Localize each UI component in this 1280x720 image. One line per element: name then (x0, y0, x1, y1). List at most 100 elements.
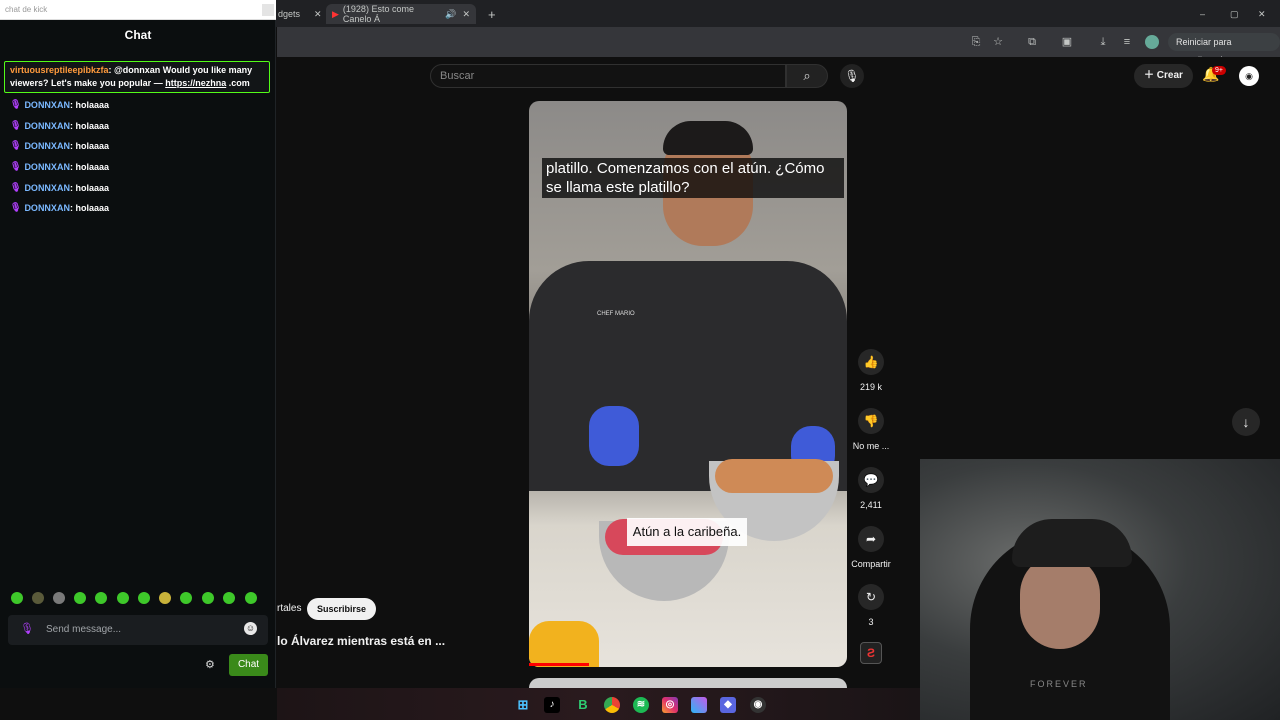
emote-icon[interactable] (180, 592, 192, 604)
close-tab-icon[interactable]: ✕ (314, 9, 322, 20)
chat-text: : holaaaa (69, 120, 109, 131)
close-tab-icon[interactable]: ✕ (462, 9, 470, 20)
maximize-icon[interactable]: ▢ (1230, 4, 1239, 24)
comments-button[interactable]: 💬 (858, 467, 884, 493)
emoji-icon[interactable]: ☺ (244, 622, 257, 635)
obs-icon[interactable]: ◉ (750, 697, 766, 713)
emote-icon[interactable] (138, 592, 150, 604)
next-short-button[interactable]: ↓ (1232, 408, 1260, 436)
notification-badge: 9+ (1212, 66, 1226, 75)
copilot-icon[interactable] (691, 697, 707, 713)
account-avatar[interactable]: ◉ (1239, 66, 1259, 86)
voice-search-button[interactable]: 🎙 (840, 64, 864, 88)
subscribe-button[interactable]: Suscribirse (307, 598, 377, 620)
chat-message: 🎙 DONNXAN: holaaaa (10, 161, 109, 172)
chrome-icon[interactable] (604, 697, 620, 713)
chat-username[interactable]: DONNXAN (24, 141, 70, 151)
emote-icon[interactable] (53, 592, 65, 604)
remix-icon: ↻ (865, 590, 877, 604)
search-placeholder: Buscar (440, 70, 475, 82)
create-button[interactable]: ＋ Crear (1134, 64, 1193, 88)
video-progress-bar[interactable] (529, 663, 589, 666)
tab-active[interactable]: ▶ (1928) Esto come Canelo Á 🔊 ✕ (326, 4, 476, 24)
spotify-icon[interactable]: ≋ (633, 697, 649, 713)
create-label: Crear (1156, 70, 1183, 81)
new-tab-icon[interactable]: + (488, 4, 496, 24)
bookmark-star-icon[interactable]: ☆ (991, 35, 1005, 49)
chat-username[interactable]: DONNXAN (24, 162, 70, 172)
mic-icon[interactable]: 🎙 (20, 622, 34, 635)
gear-icon[interactable]: ⚙ (205, 658, 215, 671)
emote-icon[interactable] (11, 592, 23, 604)
extensions-icon[interactable]: ⧉ (1025, 35, 1039, 49)
download-icon[interactable]: ⤓ (1096, 35, 1110, 49)
channel-name[interactable]: rtales (277, 603, 301, 614)
emote-icon[interactable] (32, 592, 44, 604)
install-app-icon[interactable]: ⎘ (969, 35, 983, 49)
youtube-icon: ▶ (332, 8, 339, 19)
chat-window-title: chat de kick (5, 5, 48, 14)
emote-icon[interactable] (74, 592, 86, 604)
channel-thumbnail[interactable]: Ƨ (860, 642, 882, 664)
close-window-icon[interactable]: ✕ (1258, 4, 1266, 24)
like-button[interactable]: 👍 (858, 349, 884, 375)
emote-icon[interactable] (95, 592, 107, 604)
search-button[interactable]: ⌕ (786, 64, 828, 88)
arrow-down-icon: ↓ (1242, 414, 1250, 430)
share-button[interactable]: ➦ (858, 526, 884, 552)
remix-button[interactable]: ↻ (858, 584, 884, 610)
pinned-username[interactable]: virtuousreptileepibkzfa (10, 65, 109, 75)
comment-icon: 💬 (863, 473, 879, 487)
tab-active-label: (1928) Esto come Canelo Á (342, 4, 414, 24)
pinned-suffix: .com (226, 78, 250, 88)
chat-message: 🎙 DONNXAN: holaaaa (10, 140, 109, 151)
mic-icon: 🎙 (844, 69, 860, 83)
tab-partial-label: dgets (278, 9, 301, 19)
emote-icon[interactable] (202, 592, 214, 604)
chat-username[interactable]: DONNXAN (24, 121, 70, 131)
emote-icon[interactable] (245, 592, 257, 604)
dislike-button[interactable]: 👎 (858, 408, 884, 434)
chat-message: 🎙 DONNXAN: holaaaa (10, 99, 109, 110)
streamer-cap (1012, 519, 1132, 567)
chat-text: : holaaaa (69, 182, 109, 193)
chat-message: 🎙 DONNXAN: holaaaa (10, 202, 109, 213)
chat-text: : holaaaa (69, 140, 109, 151)
bowl-contents (715, 459, 833, 493)
mic-icon: 🎙 (10, 120, 22, 130)
profile-icon[interactable] (1145, 35, 1159, 49)
chat-username[interactable]: DONNXAN (24, 183, 70, 193)
plus-icon: ＋ (1144, 70, 1154, 81)
pinned-link[interactable]: https://nezhna (165, 78, 226, 88)
mic-icon: 🎙 (10, 202, 22, 212)
b-app-icon[interactable]: B (575, 697, 591, 713)
chat-username[interactable]: DONNXAN (24, 100, 70, 110)
audio-icon[interactable]: 🔊 (445, 9, 456, 20)
dislike-label: No me ... (852, 441, 890, 451)
minimize-icon[interactable]: – (1200, 4, 1205, 24)
like-count: 219 k (859, 382, 883, 392)
taskbar (277, 688, 920, 720)
chat-send-button[interactable]: Chat (229, 654, 268, 676)
windows-icon[interactable]: ⊞ (515, 697, 531, 713)
pinned-message: virtuousreptileepibkzfa: @donnxan Would … (4, 61, 270, 93)
chat-window-titlebar: chat de kick (0, 0, 276, 20)
chat-username[interactable]: DONNXAN (24, 203, 70, 213)
search-input[interactable]: Buscar (430, 64, 786, 88)
window-button[interactable] (262, 4, 274, 16)
shirt-print: FOREVER (1030, 679, 1088, 689)
tab-partial[interactable]: dgets ✕ (278, 4, 322, 24)
kick-chat-panel: chat de kick Chat virtuousreptileepibkzf… (0, 0, 276, 688)
video-title: lo Álvarez mientras está en ... (277, 634, 446, 648)
chat-message: 🎙 DONNXAN: holaaaa (10, 120, 109, 131)
emote-icon[interactable] (117, 592, 129, 604)
tab-search-icon[interactable]: ▣ (1060, 35, 1074, 49)
mic-icon: 🎙 (10, 161, 22, 171)
restart-update-button[interactable]: Reiniciar para actualizar ⋮ (1168, 33, 1280, 65)
emote-icon[interactable] (223, 592, 235, 604)
instagram-icon[interactable]: ◎ (662, 697, 678, 713)
emote-icon[interactable] (159, 592, 171, 604)
media-control-icon[interactable]: ≡ (1120, 35, 1134, 49)
tiktok-icon[interactable]: ♪ (544, 697, 560, 713)
app-icon[interactable]: ◆ (720, 697, 736, 713)
